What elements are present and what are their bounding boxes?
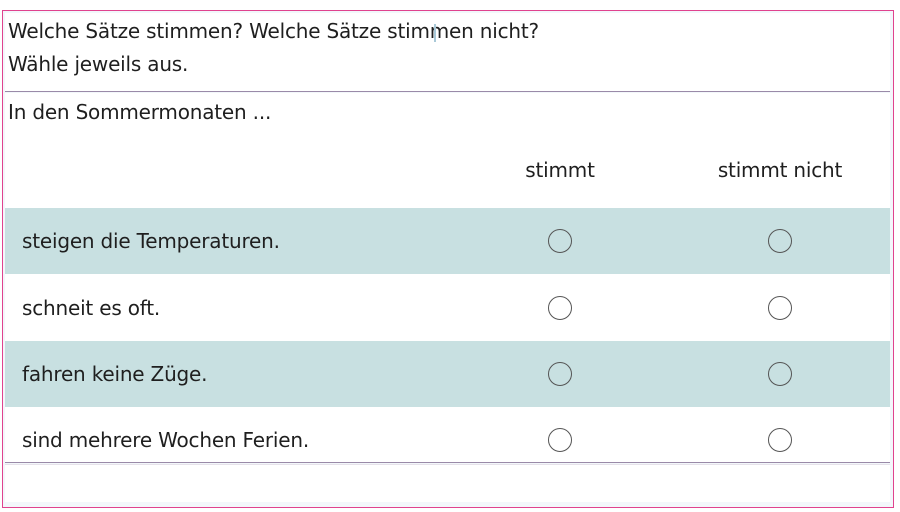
radio-stimmt-nicht[interactable] [768, 362, 792, 386]
instruction-line-1: Welche Sätze stimmen? Welche Sätze stimm… [8, 19, 539, 43]
radio-stimmt-nicht[interactable] [768, 296, 792, 320]
table-row: schneit es oft. [5, 275, 890, 341]
radio-stimmt[interactable] [548, 296, 572, 320]
instruction-line-2: Wähle jeweils aus. [8, 52, 189, 76]
exercise-frame: Welche Sätze stimmen? Welche Sätze stimm… [2, 10, 894, 508]
radio-stimmt-nicht[interactable] [768, 428, 792, 452]
row-label: schneit es oft. [22, 296, 161, 320]
radio-stimmt[interactable] [548, 362, 572, 386]
row-label: sind mehrere Wochen Ferien. [22, 428, 309, 452]
radio-stimmt[interactable] [548, 229, 572, 253]
instruction-box: Welche Sätze stimmen? Welche Sätze stimm… [5, 13, 890, 92]
table-row: fahren keine Züge. [5, 341, 890, 407]
column-header-stimmt-nicht: stimmt nicht [717, 158, 843, 182]
text-caret [434, 24, 436, 42]
table-row: steigen die Temperaturen. [5, 208, 890, 274]
footer-area [5, 464, 890, 502]
question-lead: In den Sommermonaten ... [8, 100, 272, 124]
column-header-stimmt: stimmt [525, 158, 595, 182]
question-box: In den Sommermonaten ... stimmt stimmt n… [5, 93, 890, 463]
radio-stimmt[interactable] [548, 428, 572, 452]
row-label: steigen die Temperaturen. [22, 229, 280, 253]
radio-stimmt-nicht[interactable] [768, 229, 792, 253]
row-label: fahren keine Züge. [22, 362, 208, 386]
